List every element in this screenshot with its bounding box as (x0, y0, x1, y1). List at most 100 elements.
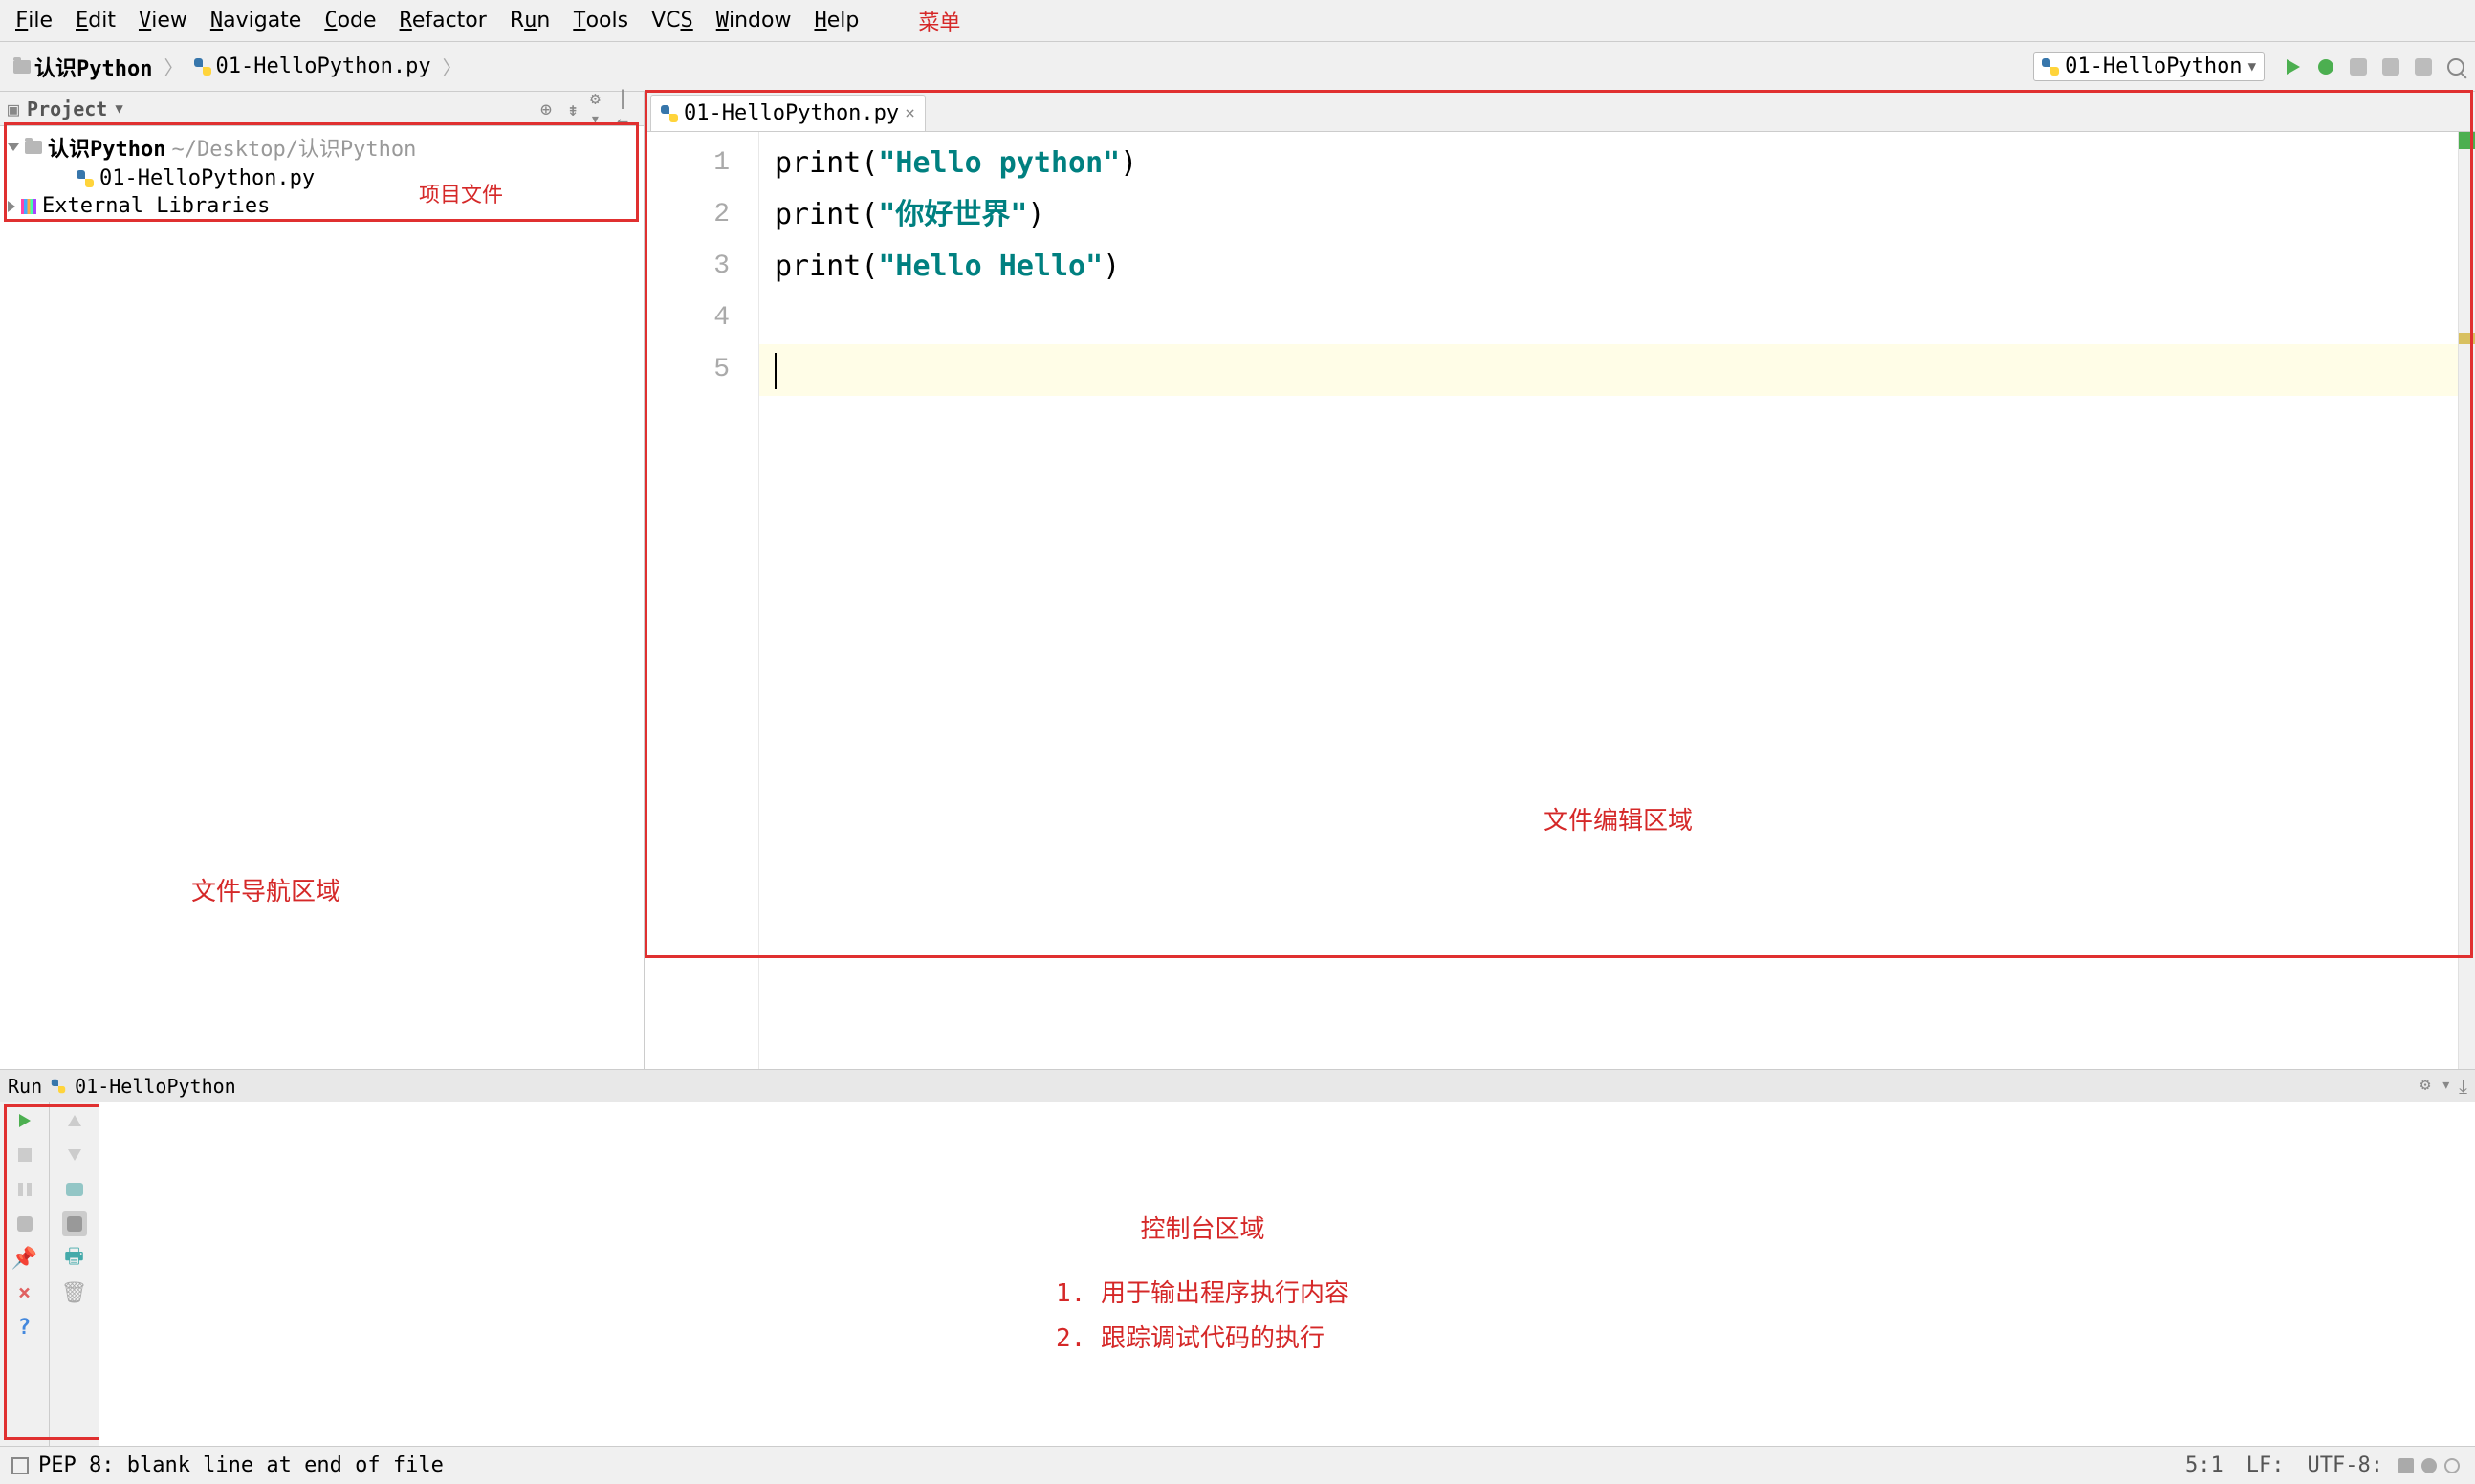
chevron-down-icon[interactable]: ▼ (115, 101, 122, 117)
print-button[interactable]: 🖶 (62, 1246, 87, 1271)
stop-icon (18, 1148, 32, 1162)
gear-icon[interactable]: ⚙ ▾ (590, 99, 609, 119)
menu-vcs[interactable]: VCS (640, 5, 705, 36)
code-line[interactable]: print("你好世界") (759, 189, 2458, 241)
menu-tools[interactable]: Tools (561, 5, 640, 36)
arrow-up-icon (68, 1115, 81, 1126)
help-button[interactable]: ? (12, 1315, 37, 1340)
soft-wrap-button[interactable] (62, 1177, 87, 1202)
code-line[interactable] (759, 293, 2458, 344)
editor-tab[interactable]: 01-HelloPython.py × (650, 95, 926, 131)
gear-icon[interactable]: ⚙ ▾ (2420, 1075, 2452, 1098)
caret-position[interactable]: 5:1 (2174, 1453, 2235, 1477)
run-panel-title[interactable]: Run (8, 1075, 42, 1098)
search-everywhere-button[interactable] (2444, 55, 2467, 78)
breadcrumb: 认识Python 〉 01-HelloPython.py 〉 (8, 50, 2033, 84)
run-config-selector[interactable]: 01-HelloPython ▼ (2033, 52, 2265, 81)
nav-area-annotation: 文件导航区域 (191, 872, 340, 907)
pin-button[interactable]: 📌 (12, 1246, 37, 1271)
collapse-all-icon[interactable]: ⇟ (563, 99, 582, 119)
tool-window-icon[interactable] (11, 1457, 29, 1474)
gutter-line[interactable]: 2 (645, 189, 758, 241)
python-icon (194, 58, 211, 76)
menu-window[interactable]: Window (705, 5, 803, 36)
scroll-from-source-icon[interactable]: ⊕ (537, 99, 556, 119)
breadcrumb-project[interactable]: 认识Python (8, 50, 158, 84)
git-icon[interactable] (2421, 1458, 2437, 1473)
console-annotation-title: 控制台区域 (1056, 1208, 1349, 1253)
debug-button[interactable] (2314, 55, 2337, 78)
run-panel-config: 01-HelloPython (75, 1075, 236, 1098)
menu-run[interactable]: Run (498, 5, 562, 36)
main-area: ▣ Project ▼ ⊕ ⇟ ⚙ ▾ |← 认识Python ~/Deskto… (0, 92, 2475, 1069)
menu-help[interactable]: Help (802, 5, 870, 36)
read-only-icon[interactable] (2398, 1458, 2414, 1473)
warning-marker[interactable] (2459, 333, 2475, 344)
rerun-button[interactable] (12, 1108, 37, 1133)
hide-icon[interactable]: |← (617, 99, 636, 119)
code-line[interactable]: print("Hello python") (759, 138, 2458, 189)
coverage-icon (2350, 58, 2367, 76)
folder-icon (13, 60, 31, 74)
marker-strip[interactable] (2458, 132, 2475, 1069)
breadcrumb-file[interactable]: 01-HelloPython.py (188, 53, 436, 80)
gutter-line[interactable]: 5 (645, 344, 758, 396)
gutter-line[interactable]: 1 (645, 138, 758, 189)
run-output[interactable]: 控制台区域 1. 用于输出程序执行内容 2. 跟踪调试代码的执行 (99, 1102, 2475, 1446)
scroll-to-end-button[interactable] (62, 1211, 87, 1236)
editor-body[interactable]: 12345 print("Hello python")print("你好世界")… (645, 132, 2475, 1069)
navigation-bar: 认识Python 〉 01-HelloPython.py 〉 01-HelloP… (0, 42, 2475, 92)
run-panel: Run 01-HelloPython ⚙ ▾ ⤓ 📌 × ? 🖶 🗑 (0, 1069, 2475, 1446)
restore-layout-button[interactable] (12, 1211, 37, 1236)
collapse-arrow-icon[interactable] (8, 201, 15, 212)
project-panel-title[interactable]: Project (27, 98, 107, 120)
menu-edit[interactable]: Edit (64, 5, 127, 36)
file-encoding[interactable]: UTF-8: (2296, 1453, 2395, 1477)
profile-button[interactable] (2379, 55, 2402, 78)
run-panel-body: 📌 × ? 🖶 🗑 控制台区域 1. 用于输出程序执行内容 2. 跟踪调试代码的… (0, 1102, 2475, 1446)
code-area[interactable]: print("Hello python")print("你好世界")print(… (759, 132, 2458, 1069)
coverage-button[interactable] (2347, 55, 2370, 78)
stop-button[interactable] (12, 1143, 37, 1168)
breadcrumb-sep: 〉 (443, 53, 462, 80)
line-separator[interactable]: LF: (2235, 1453, 2296, 1477)
console-annotation-line2: 2. 跟踪调试代码的执行 (1056, 1317, 1349, 1362)
console-annotation: 控制台区域 1. 用于输出程序执行内容 2. 跟踪调试代码的执行 (1056, 1208, 1349, 1361)
editor-tabs: 01-HelloPython.py × (645, 92, 2475, 132)
menu-navigate[interactable]: Navigate (199, 5, 313, 36)
close-icon[interactable]: × (905, 103, 915, 123)
run-button[interactable] (2282, 55, 2305, 78)
up-button[interactable] (62, 1108, 87, 1133)
down-button[interactable] (62, 1143, 87, 1168)
gutter-line[interactable]: 4 (645, 293, 758, 344)
external-libraries-row[interactable]: External Libraries (0, 192, 644, 220)
expand-arrow-icon[interactable] (8, 143, 19, 151)
arrow-down-icon (68, 1149, 81, 1161)
hide-icon[interactable]: ⤓ (2459, 1075, 2467, 1098)
menu-code[interactable]: Code (313, 5, 387, 36)
menu-file[interactable]: File (4, 5, 64, 36)
close-button[interactable]: × (12, 1280, 37, 1305)
pause-button[interactable] (12, 1177, 37, 1202)
hector-icon[interactable] (2444, 1458, 2460, 1473)
bug-icon (2318, 59, 2333, 75)
menu-refactor[interactable]: Refactor (388, 5, 498, 36)
code-line[interactable]: print("Hello Hello") (759, 241, 2458, 293)
menu-annotation: 菜单 (918, 6, 960, 36)
project-file-annotation: 项目文件 (419, 178, 503, 208)
play-icon (19, 1114, 31, 1127)
project-file-row[interactable]: 01-HelloPython.py (0, 164, 644, 192)
status-message: PEP 8: blank line at end of file (38, 1453, 444, 1477)
concurrency-button[interactable] (2412, 55, 2435, 78)
menu-view[interactable]: View (127, 5, 199, 36)
editor-annotation: 文件编辑区域 (1544, 801, 1693, 837)
run-config-label: 01-HelloPython (2065, 55, 2242, 78)
menubar: File Edit View Navigate Code Refactor Ru… (0, 0, 2475, 42)
gutter-line[interactable]: 3 (645, 241, 758, 293)
status-bar: PEP 8: blank line at end of file 5:1 LF:… (0, 1446, 2475, 1484)
project-root-row[interactable]: 认识Python ~/Desktop/认识Python (0, 130, 644, 164)
clear-button[interactable]: 🗑 (62, 1280, 87, 1305)
code-line[interactable] (759, 344, 2458, 396)
project-panel: ▣ Project ▼ ⊕ ⇟ ⚙ ▾ |← 认识Python ~/Deskto… (0, 92, 645, 1069)
run-toolbar-right: 🖶 🗑 (50, 1102, 99, 1446)
